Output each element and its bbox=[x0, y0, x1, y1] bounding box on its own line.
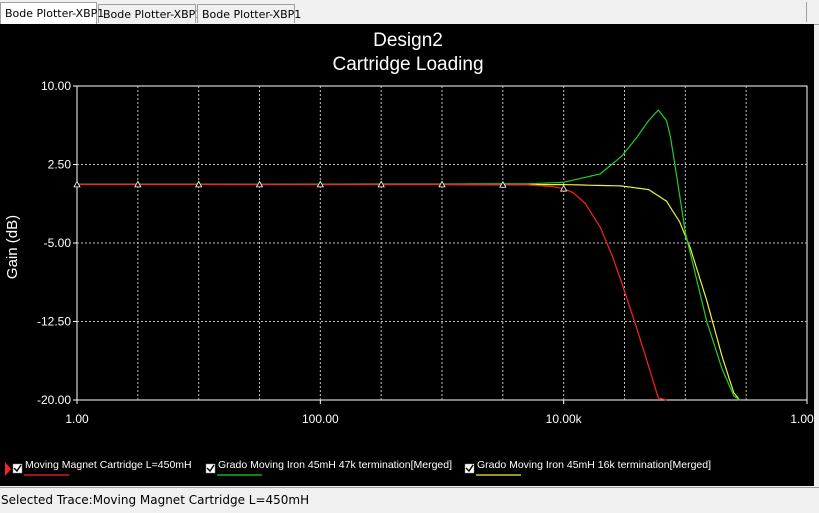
series-line bbox=[76, 109, 741, 401]
y-tick-label: 10.00 bbox=[41, 79, 71, 93]
legend-label: Grado Moving Iron 45mH 47k termination[M… bbox=[218, 459, 452, 471]
y-tick-label: 2.50 bbox=[48, 158, 72, 172]
trace-markers bbox=[73, 180, 568, 192]
y-tick-label: -20.00 bbox=[37, 393, 71, 407]
legend-label: Moving Magnet Cartridge L=450mH bbox=[25, 459, 192, 471]
series-line bbox=[77, 183, 741, 401]
tab-bode-plotter-1[interactable]: Bode Plotter-XBP1 bbox=[0, 2, 104, 24]
legend: Moving Magnet Cartridge L=450mH Grado Mov… bbox=[5, 459, 711, 476]
tab-bode-plotter-3[interactable]: Bode Plotter-XBP1 bbox=[197, 4, 301, 23]
grid bbox=[76, 85, 808, 401]
chart-subtitle: Cartridge Loading bbox=[332, 54, 483, 75]
y-tick-label: -5.00 bbox=[44, 236, 72, 250]
x-tick-label: 10.00k bbox=[546, 412, 583, 426]
chart-title: Design2 bbox=[373, 30, 443, 51]
bode-chart: Design2 Cartridge Loading Gain (dB) 10.0… bbox=[4, 30, 819, 476]
x-tick-label: 1.00M bbox=[790, 412, 814, 426]
x-tick-label: 1.00 bbox=[65, 412, 89, 426]
tab-bar: Bode Plotter-XBP1 Bode Plotter-XBP1 Bode… bbox=[0, 0, 819, 25]
series-lines bbox=[76, 109, 741, 401]
tab-bar-corner bbox=[806, 2, 819, 22]
series-line bbox=[77, 183, 667, 401]
status-separator bbox=[0, 487, 819, 488]
y-axis-label: Gain (dB) bbox=[4, 215, 21, 279]
status-bar: Selected Trace:Moving Magnet Cartridge L… bbox=[1, 493, 310, 507]
legend-label: Grado Moving Iron 45mH 16k termination[M… bbox=[477, 459, 711, 471]
selected-trace-marker bbox=[5, 462, 11, 476]
y-tick-label: -12.50 bbox=[37, 315, 71, 329]
bode-plot-panel[interactable]: Design2 Cartridge Loading Gain (dB) 10.0… bbox=[0, 24, 819, 486]
tick-labels: 10.00 2.50 -5.00 -12.50 -20.00 1.00 100.00 10.0… bbox=[37, 79, 819, 426]
x-tick-label: 100.00 bbox=[302, 412, 339, 426]
tab-bode-plotter-2[interactable]: Bode Plotter-XBP1 bbox=[98, 4, 202, 23]
